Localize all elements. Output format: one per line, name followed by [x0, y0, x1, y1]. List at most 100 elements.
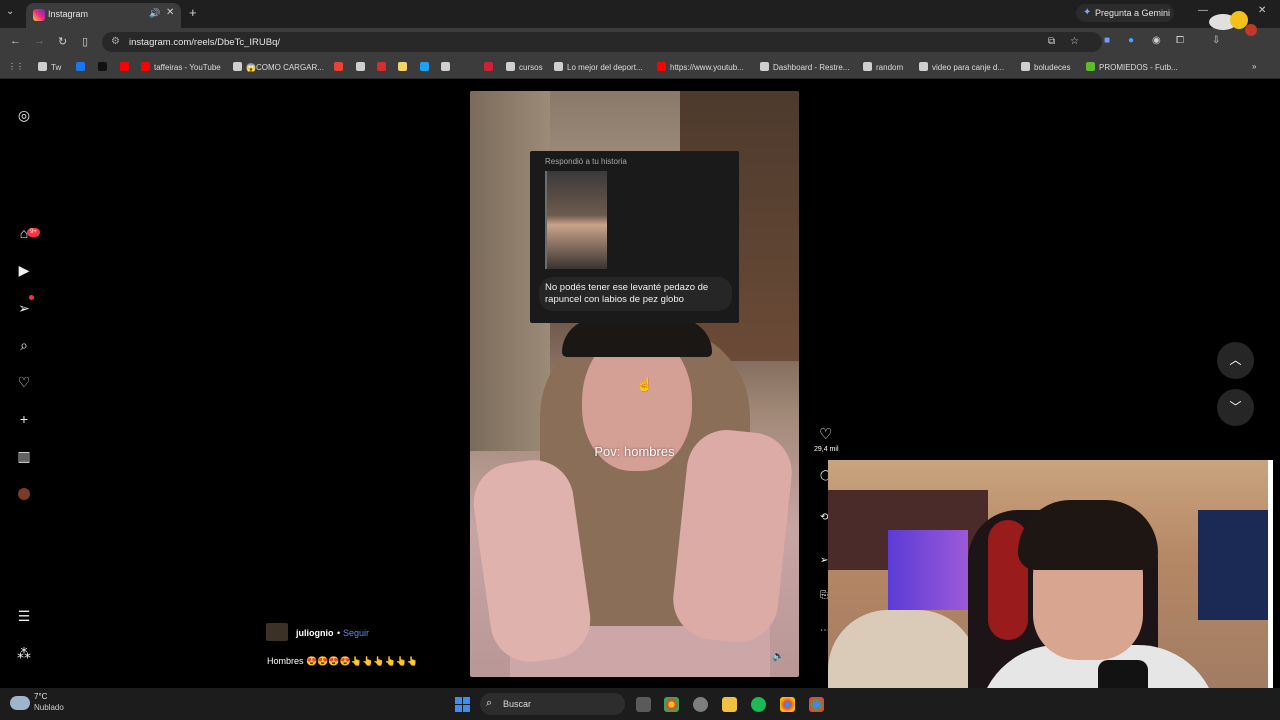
bookmark-label: Tw: [51, 63, 62, 72]
bookmark-item[interactable]: 😱COMO CARGAR...: [233, 62, 324, 72]
dashboard-icon[interactable]: ▥: [16, 448, 32, 464]
spotify-taskbar-icon[interactable]: [751, 697, 766, 712]
next-reel-button[interactable]: ﹀: [1217, 389, 1254, 426]
forward-arrow-icon[interactable]: →: [34, 35, 45, 47]
apps-grid-icon[interactable]: ⋮⋮: [8, 62, 24, 71]
bookmark-favicon-icon: [76, 62, 85, 71]
browser-toolbar: ← → ↻ ▯ ⚙ instagram.com/reels/DbeTc_IRUB…: [0, 28, 1280, 56]
bookmark-item[interactable]: random: [863, 62, 903, 72]
menu-icon[interactable]: ☰: [16, 608, 32, 624]
reel-video[interactable]: Respondió a tu historia No podés tener e…: [470, 91, 799, 677]
author-username[interactable]: juliognio: [296, 628, 334, 638]
messages-icon[interactable]: ➢: [16, 300, 32, 316]
chrome-alt-taskbar-icon[interactable]: [809, 697, 824, 712]
bookmark-item[interactable]: [120, 62, 133, 72]
site-info-icon[interactable]: ⚙: [111, 36, 120, 47]
gemini-button[interactable]: ✦ Pregunta a Gemini: [1076, 4, 1174, 22]
bookmark-item[interactable]: [356, 62, 369, 72]
gemini-sparkle-icon: ✦: [1083, 7, 1092, 18]
like-heart-icon[interactable]: ♡: [819, 425, 832, 443]
message-bubble: No podés tener ese levanté pedazo de rap…: [539, 277, 732, 311]
chrome-taskbar-icon[interactable]: [664, 697, 679, 712]
bookmark-label: https://www.youtub...: [670, 63, 744, 72]
weather-cloud-icon[interactable]: [10, 696, 30, 710]
bookmark-item[interactable]: PROMIEDOS - Futb...: [1086, 62, 1178, 72]
bookmark-favicon-icon: [233, 62, 242, 71]
url-text: instagram.com/reels/DbeTc_IRUBq/: [129, 37, 280, 48]
bookmark-favicon-icon: [484, 62, 493, 71]
bookmark-item[interactable]: boludeces: [1021, 62, 1070, 72]
bookmark-favicon-icon: [420, 62, 429, 71]
task-view-icon[interactable]: [636, 697, 651, 712]
bookmark-item[interactable]: [377, 62, 390, 72]
bookmarks-overflow-icon[interactable]: »: [1252, 62, 1256, 71]
video-person-hand-right: [669, 426, 796, 646]
reels-icon[interactable]: ▶: [16, 262, 32, 278]
notifications-heart-icon[interactable]: ♡: [16, 374, 32, 390]
bookmark-label: video para canje d...: [932, 63, 1005, 72]
bookmark-item[interactable]: cursos: [506, 62, 543, 72]
save-icon[interactable]: ⎘: [820, 590, 828, 601]
bookmark-favicon-icon: [356, 62, 365, 71]
taskbar-search[interactable]: ⌕ Buscar: [480, 693, 625, 715]
bookmark-item[interactable]: [76, 62, 89, 72]
reload-icon[interactable]: ↻: [58, 35, 67, 48]
bookmark-item[interactable]: [420, 62, 433, 72]
search-icon[interactable]: ⌕: [16, 337, 32, 353]
bookmark-favicon-icon: [38, 62, 47, 71]
windows-start-icon[interactable]: [455, 697, 470, 712]
reel-caption: Hombres 😍😍😍😍👆👆👆👆👆👆: [267, 656, 419, 666]
file-explorer-icon[interactable]: [722, 697, 737, 712]
volume-icon[interactable]: 🔈: [772, 651, 786, 665]
webcam-led-light: [888, 530, 968, 610]
follow-button[interactable]: Seguir: [343, 628, 369, 638]
profile-avatar[interactable]: [18, 488, 30, 500]
bookmark-item[interactable]: [98, 62, 111, 72]
install-app-icon[interactable]: ⧉: [1048, 36, 1055, 47]
bookmark-favicon-icon: [554, 62, 563, 71]
author-avatar[interactable]: [266, 623, 288, 641]
bookmark-label: Lo mejor del deport...: [567, 63, 643, 72]
instagram-logo-icon[interactable]: ◎: [16, 107, 32, 123]
bookmark-favicon-icon: [98, 62, 107, 71]
shazam-extension-icon[interactable]: ●: [1128, 35, 1134, 46]
bookmark-item[interactable]: Tw: [38, 62, 61, 72]
tab-close-icon[interactable]: ✕: [166, 7, 174, 18]
bookmark-item[interactable]: https://www.youtub...: [657, 62, 744, 72]
bookmark-label: cursos: [519, 63, 543, 72]
weather-condition[interactable]: Nublado: [34, 703, 64, 712]
vpn-extension-icon[interactable]: ◉: [1152, 35, 1161, 46]
steam-taskbar-icon[interactable]: [693, 697, 708, 712]
bookmark-item[interactable]: [398, 62, 411, 72]
downloads-icon[interactable]: ⇩: [1212, 35, 1220, 46]
weather-temperature[interactable]: 7°C: [34, 692, 47, 701]
message-text: No podés tener ese levanté pedazo de rap…: [545, 282, 709, 305]
chrome-profile-taskbar-icon[interactable]: [780, 697, 795, 712]
tab-instagram[interactable]: Instagram 🔊 ✕: [26, 3, 181, 28]
translate-extension-icon[interactable]: ■: [1104, 35, 1110, 46]
also-from-meta-icon[interactable]: ⁂: [16, 645, 32, 661]
bookmark-favicon-icon: [1086, 62, 1095, 71]
bookmark-item[interactable]: [484, 62, 497, 72]
back-arrow-icon[interactable]: ←: [10, 35, 21, 47]
tab-audio-icon[interactable]: 🔊: [149, 8, 160, 19]
bookmark-item[interactable]: taffeiras - YouTube: [141, 62, 221, 72]
separator-dot: •: [337, 628, 341, 638]
window-close-button[interactable]: ✕: [1258, 5, 1266, 16]
bookmark-item[interactable]: Dashboard - Restre...: [760, 62, 849, 72]
bookmark-favicon-icon: [441, 62, 450, 71]
bookmark-star-icon[interactable]: ☆: [1070, 36, 1079, 47]
bookmark-item[interactable]: [334, 62, 347, 72]
bookmark-favicon-icon: [398, 62, 407, 71]
bookmark-item[interactable]: [441, 62, 454, 72]
extensions-puzzle-icon[interactable]: ⧠: [1176, 35, 1184, 46]
tab-search-icon[interactable]: ⌄: [6, 6, 14, 17]
bookmark-item[interactable]: Lo mejor del deport...: [554, 62, 643, 72]
tab-title: Instagram: [48, 9, 89, 19]
create-plus-icon[interactable]: +: [16, 411, 32, 427]
bookmark-item[interactable]: video para canje d...: [919, 62, 1004, 72]
previous-reel-button[interactable]: ︿: [1217, 342, 1254, 379]
address-bar[interactable]: ⚙ instagram.com/reels/DbeTc_IRUBq/ ⧉ ☆: [102, 32, 1102, 52]
new-tab-button[interactable]: +: [189, 5, 197, 20]
side-panel-icon[interactable]: ▯: [82, 35, 88, 48]
